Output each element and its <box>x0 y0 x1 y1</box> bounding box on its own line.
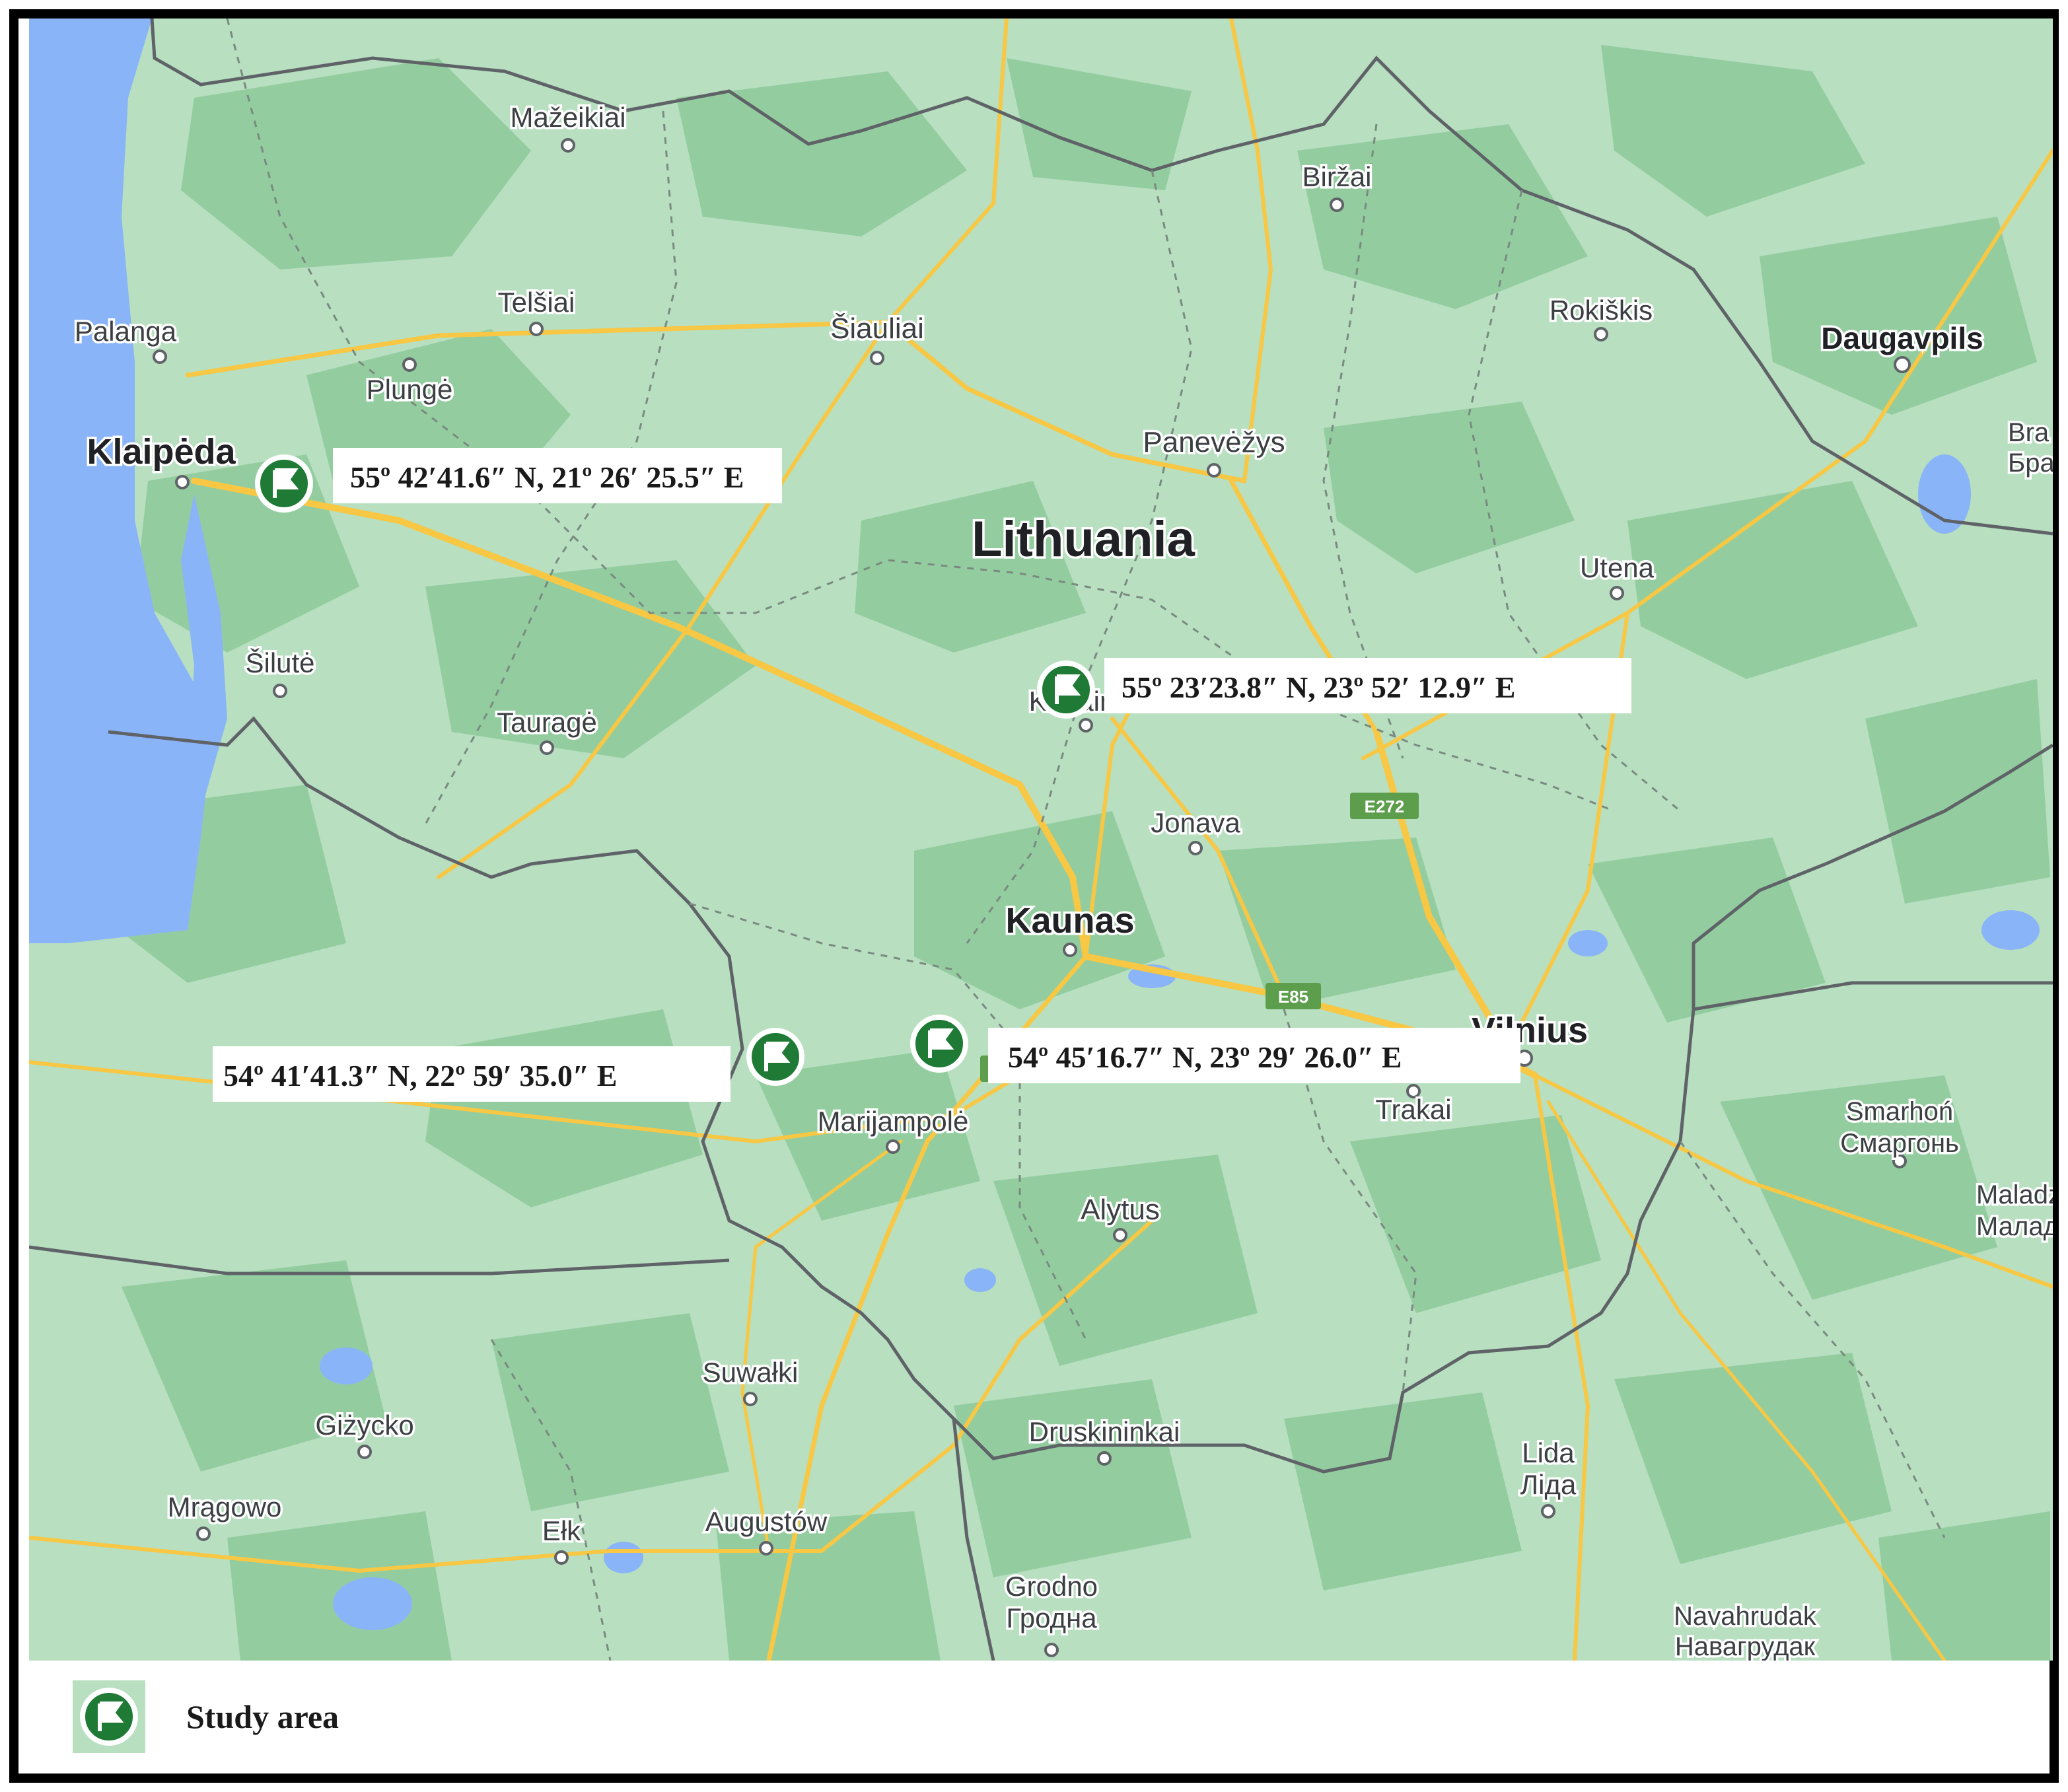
city-label-silute: Šilutė <box>245 647 314 678</box>
city-label-taurage: Tauragė <box>497 707 597 738</box>
city-label-grodno-cyrillic: Гродна <box>1006 1602 1097 1633</box>
city-label-navahrudak-cyrillic: Навагрудак <box>1675 1632 1816 1661</box>
legend-label: Study area <box>186 1698 339 1735</box>
city-label-panevezys: Panevėžys <box>1143 426 1285 458</box>
study-site-kedainiai[interactable]: 55º 23′23.8″ N, 23º 52′ 12.9″ E <box>1037 658 1631 719</box>
city-label-suwalki: Suwałki <box>703 1357 799 1388</box>
city-label-birzai: Biržai <box>1302 161 1371 192</box>
coord-label-kedainiai: 55º 23′23.8″ N, 23º 52′ 12.9″ E <box>1122 670 1515 704</box>
road-shield-e85: E85 <box>1266 983 1321 1009</box>
city-label-plunge: Plungė <box>367 374 453 405</box>
city-label-utena: Utena <box>1580 552 1655 583</box>
city-label-telsiai: Telšiai <box>498 287 575 318</box>
coord-label-kaunas: 54º 45′16.7″ N, 23º 29′ 26.0″ E <box>1008 1040 1402 1074</box>
legend-canvas: Study area <box>73 1680 339 1753</box>
city-label-mazeikiai: Mažeikiai <box>510 102 625 133</box>
city-label-augustow: Augustów <box>705 1506 828 1537</box>
city-label-palanga: Palanga <box>75 316 177 347</box>
map-canvas[interactable]: E272 E85 E Mažeikiai Biržai Telšiai Šiau… <box>29 18 2053 1661</box>
study-area-flag-icon <box>80 1688 138 1746</box>
flag-marker-icon[interactable] <box>1037 661 1095 719</box>
city-label-lida: Lida <box>1522 1437 1575 1468</box>
road-shield-e272-label: E272 <box>1365 797 1405 816</box>
city-label-kaunas: Kaunas <box>1005 901 1134 941</box>
city-label-jonava: Jonava <box>1151 807 1240 838</box>
country-label: Lithuania <box>972 511 1195 567</box>
coord-label-southwest: 54º 41′41.3″ N, 22º 59′ 35.0″ E <box>223 1059 617 1093</box>
city-label-alytus: Alytus <box>1081 1194 1160 1226</box>
legend: Study area <box>18 1661 2050 1774</box>
city-label-rokiskis: Rokiškis <box>1550 295 1653 326</box>
road-shield-e272: E272 <box>1350 793 1419 819</box>
flag-marker-icon[interactable] <box>746 1028 804 1086</box>
city-label-lida-cyrillic: Ліда <box>1520 1469 1577 1500</box>
city-label-maladz-cyrillic: Малад <box>1976 1212 2053 1241</box>
flag-marker-icon[interactable] <box>255 454 313 513</box>
city-label-druskininkai: Druskininkai <box>1029 1416 1180 1447</box>
city-label-smarhon: Smarhoń <box>1846 1097 1953 1126</box>
city-label-navahrudak: Navahrudak <box>1674 1602 1817 1631</box>
city-label-trakai: Trakai <box>1375 1094 1451 1125</box>
city-label-maladz: Maladz <box>1976 1180 2053 1209</box>
road-shield-e85-label: E85 <box>1278 987 1308 1007</box>
city-label-grodno: Grodno <box>1005 1571 1098 1602</box>
city-label-bra: Bra <box>2008 418 2050 447</box>
city-label-gizycko: Giżycko <box>315 1410 413 1441</box>
city-label-smarhon-cyrillic: Смаргонь <box>1840 1129 1959 1158</box>
coord-label-klaipeda: 55º 42′41.6″ N, 21º 26′ 25.5″ E <box>350 460 744 494</box>
city-label-bra-cyrillic: Бра <box>2008 448 2053 478</box>
city-label-mragowo: Mrągowo <box>168 1491 282 1523</box>
city-label-siauliai: Šiauliai <box>830 312 924 345</box>
city-label-klaipeda: Klaipėda <box>87 432 236 472</box>
city-label-elk: Ełk <box>542 1515 581 1546</box>
city-label-marijampole: Marijampolė <box>818 1106 969 1137</box>
flag-marker-icon[interactable] <box>910 1015 968 1073</box>
city-label-daugavpils: Daugavpils <box>1821 321 1983 355</box>
study-site-klaipeda[interactable]: 55º 42′41.6″ N, 21º 26′ 25.5″ E <box>255 448 782 513</box>
